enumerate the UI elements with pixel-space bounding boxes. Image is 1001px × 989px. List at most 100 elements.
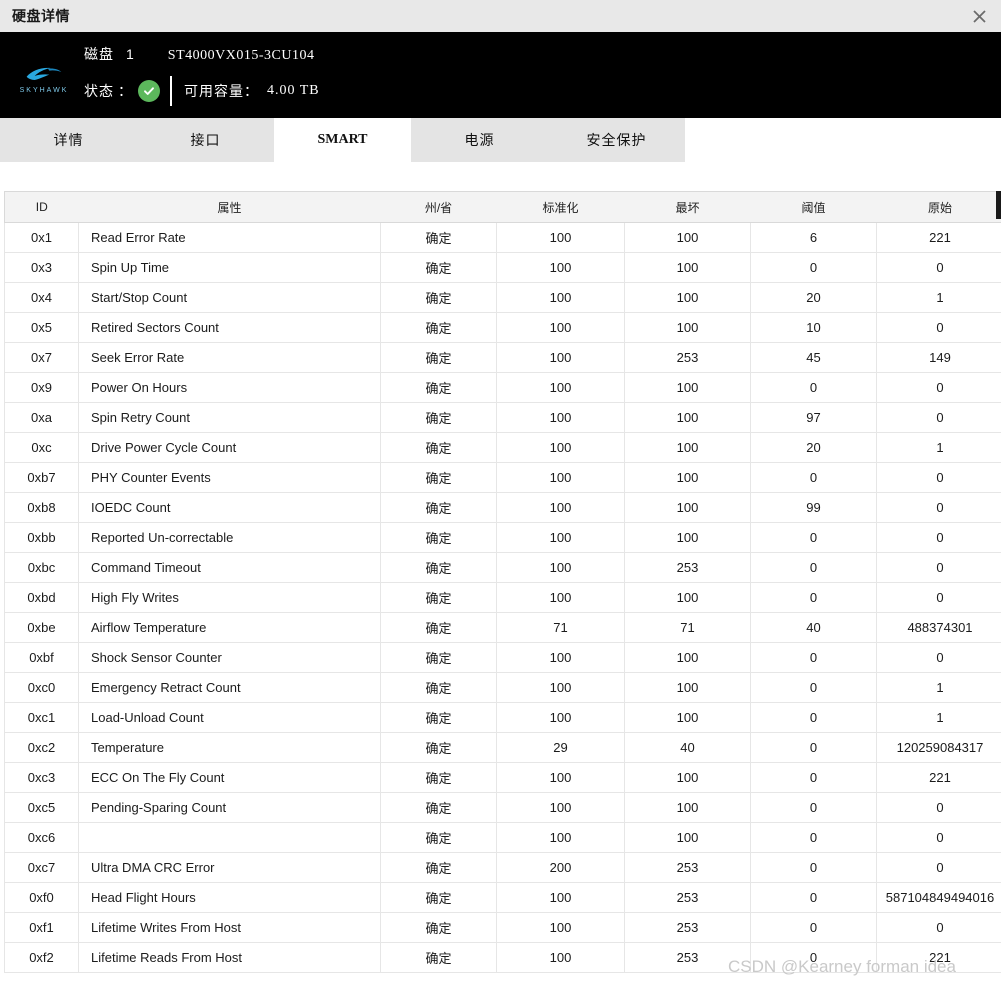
- table-cell-normalized: 100: [496, 402, 625, 433]
- table-cell-raw: 0: [876, 492, 1001, 523]
- table-cell-worst: 100: [624, 582, 751, 613]
- table-cell-attribute: Head Flight Hours: [78, 882, 381, 913]
- tab-security[interactable]: 安全保护: [548, 118, 685, 162]
- table-cell-raw: 221: [876, 762, 1001, 793]
- column-header-id[interactable]: ID: [4, 191, 79, 223]
- table-cell-raw: 120259084317: [876, 732, 1001, 763]
- table-row[interactable]: 0xc0 Emergency Retract Count 确定 100 100 0 1: [4, 672, 1001, 703]
- table-row[interactable]: 0xc Drive Power Cycle Count 确定 100 100 20 1: [4, 432, 1001, 463]
- table-cell-id: 0xf2: [4, 942, 79, 973]
- table-row[interactable]: 0xc3 ECC On The Fly Count 确定 100 100 0 221: [4, 762, 1001, 793]
- column-header-raw[interactable]: 原始: [876, 191, 1001, 223]
- table-cell-worst: 100: [624, 252, 751, 283]
- table-cell-normalized: 100: [496, 282, 625, 313]
- table-cell-state: 确定: [380, 552, 497, 583]
- table-row[interactable]: 0xbb Reported Un-correctable 确定 100 100 0 0: [4, 522, 1001, 553]
- table-row[interactable]: 0xf1 Lifetime Writes From Host 确定 100 253 0 0: [4, 912, 1001, 943]
- table-cell-attribute: ECC On The Fly Count: [78, 762, 381, 793]
- table-cell-normalized: 100: [496, 492, 625, 523]
- table-cell-normalized: 100: [496, 522, 625, 553]
- smart-attributes-table: ID 属性 州/省 标准化 最坏 阈值 原始 0x1 Read Error Rat…: [4, 191, 1001, 973]
- table-cell-id: 0xbb: [4, 522, 79, 553]
- table-row[interactable]: 0xc7 Ultra DMA CRC Error 确定 200 253 0 0: [4, 852, 1001, 883]
- table-row[interactable]: 0xb7 PHY Counter Events 确定 100 100 0 0: [4, 462, 1001, 493]
- table-cell-threshold: 0: [750, 372, 877, 403]
- table-cell-attribute: Retired Sectors Count: [78, 312, 381, 343]
- table-cell-attribute: Lifetime Writes From Host: [78, 912, 381, 943]
- tab-details[interactable]: 详情: [0, 118, 137, 162]
- table-row[interactable]: 0xbe Airflow Temperature 确定 71 71 40 488374301: [4, 612, 1001, 643]
- table-cell-threshold: 0: [750, 852, 877, 883]
- table-cell-worst: 100: [624, 462, 751, 493]
- table-cell-attribute: Shock Sensor Counter: [78, 642, 381, 673]
- table-row[interactable]: 0x7 Seek Error Rate 确定 100 253 45 149: [4, 342, 1001, 373]
- table-cell-state: 确定: [380, 222, 497, 253]
- table-row[interactable]: 0x3 Spin Up Time 确定 100 100 0 0: [4, 252, 1001, 283]
- table-cell-raw: 488374301: [876, 612, 1001, 643]
- vertical-scrollbar-thumb[interactable]: [996, 191, 1001, 219]
- tab-smart[interactable]: SMART: [274, 118, 411, 162]
- table-row[interactable]: 0x9 Power On Hours 确定 100 100 0 0: [4, 372, 1001, 403]
- table-row[interactable]: 0x1 Read Error Rate 确定 100 100 6 221: [4, 222, 1001, 253]
- table-cell-worst: 100: [624, 762, 751, 793]
- column-header-attribute[interactable]: 属性: [78, 191, 381, 223]
- table-cell-id: 0xf1: [4, 912, 79, 943]
- table-cell-raw: 0: [876, 792, 1001, 823]
- table-cell-threshold: 10: [750, 312, 877, 343]
- table-cell-state: 确定: [380, 672, 497, 703]
- table-row[interactable]: 0xf0 Head Flight Hours 确定 100 253 0 5871048494…: [4, 882, 1001, 913]
- table-cell-normalized: 100: [496, 552, 625, 583]
- capacity-value: 4.00 TB: [267, 83, 320, 98]
- window-titlebar: 硬盘详情: [0, 0, 1001, 32]
- table-cell-state: 确定: [380, 282, 497, 313]
- table-cell-attribute: Airflow Temperature: [78, 612, 381, 643]
- tab-power[interactable]: 电源: [411, 118, 548, 162]
- table-cell-attribute: IOEDC Count: [78, 492, 381, 523]
- table-row[interactable]: 0x4 Start/Stop Count 确定 100 100 20 1: [4, 282, 1001, 313]
- table-cell-state: 确定: [380, 342, 497, 373]
- tab-interface[interactable]: 接口: [137, 118, 274, 162]
- table-row[interactable]: 0xa Spin Retry Count 确定 100 100 97 0: [4, 402, 1001, 433]
- table-row[interactable]: 0xc6 确定 100 100 0 0: [4, 822, 1001, 853]
- disk-model: ST4000VX015-3CU104: [167, 48, 315, 63]
- table-cell-raw: 0: [876, 312, 1001, 343]
- column-header-state[interactable]: 州/省: [380, 191, 497, 223]
- table-cell-worst: 100: [624, 222, 751, 253]
- table-row[interactable]: 0xc5 Pending-Sparing Count 确定 100 100 0 0: [4, 792, 1001, 823]
- table-row[interactable]: 0xf2 Lifetime Reads From Host 确定 100 253 0 221: [4, 942, 1001, 973]
- table-cell-threshold: 40: [750, 612, 877, 643]
- table-row[interactable]: 0xbf Shock Sensor Counter 确定 100 100 0 0: [4, 642, 1001, 673]
- table-cell-id: 0x3: [4, 252, 79, 283]
- table-cell-state: 确定: [380, 732, 497, 763]
- close-icon[interactable]: [957, 0, 1001, 32]
- table-cell-threshold: 20: [750, 432, 877, 463]
- table-cell-attribute: Spin Up Time: [78, 252, 381, 283]
- table-row[interactable]: 0xbc Command Timeout 确定 100 253 0 0: [4, 552, 1001, 583]
- table-cell-attribute: Power On Hours: [78, 372, 381, 403]
- table-cell-id: 0x5: [4, 312, 79, 343]
- table-cell-worst: 100: [624, 522, 751, 553]
- column-header-normalized[interactable]: 标准化: [496, 191, 625, 223]
- column-header-threshold[interactable]: 阈值: [750, 191, 877, 223]
- table-cell-raw: 221: [876, 942, 1001, 973]
- table-cell-id: 0xbf: [4, 642, 79, 673]
- table-row[interactable]: 0xc1 Load-Unload Count 确定 100 100 0 1: [4, 702, 1001, 733]
- table-row[interactable]: 0x5 Retired Sectors Count 确定 100 100 10 0: [4, 312, 1001, 343]
- table-header-row: ID 属性 州/省 标准化 最坏 阈值 原始: [4, 191, 1001, 223]
- table-row[interactable]: 0xbd High Fly Writes 确定 100 100 0 0: [4, 582, 1001, 613]
- table-row[interactable]: 0xb8 IOEDC Count 确定 100 100 99 0: [4, 492, 1001, 523]
- table-cell-raw: 1: [876, 432, 1001, 463]
- status-colon: ：: [118, 83, 132, 99]
- table-cell-raw: 1: [876, 672, 1001, 703]
- column-header-worst[interactable]: 最坏: [624, 191, 751, 223]
- table-cell-state: 确定: [380, 522, 497, 553]
- table-cell-threshold: 0: [750, 912, 877, 943]
- disk-index: 1: [126, 46, 134, 62]
- table-cell-id: 0xbc: [4, 552, 79, 583]
- table-cell-state: 确定: [380, 942, 497, 973]
- table-cell-worst: 253: [624, 912, 751, 943]
- table-row[interactable]: 0xc2 Temperature 确定 29 40 0 120259084317: [4, 732, 1001, 763]
- table-cell-normalized: 100: [496, 822, 625, 853]
- table-cell-attribute: Command Timeout: [78, 552, 381, 583]
- table-cell-threshold: 0: [750, 702, 877, 733]
